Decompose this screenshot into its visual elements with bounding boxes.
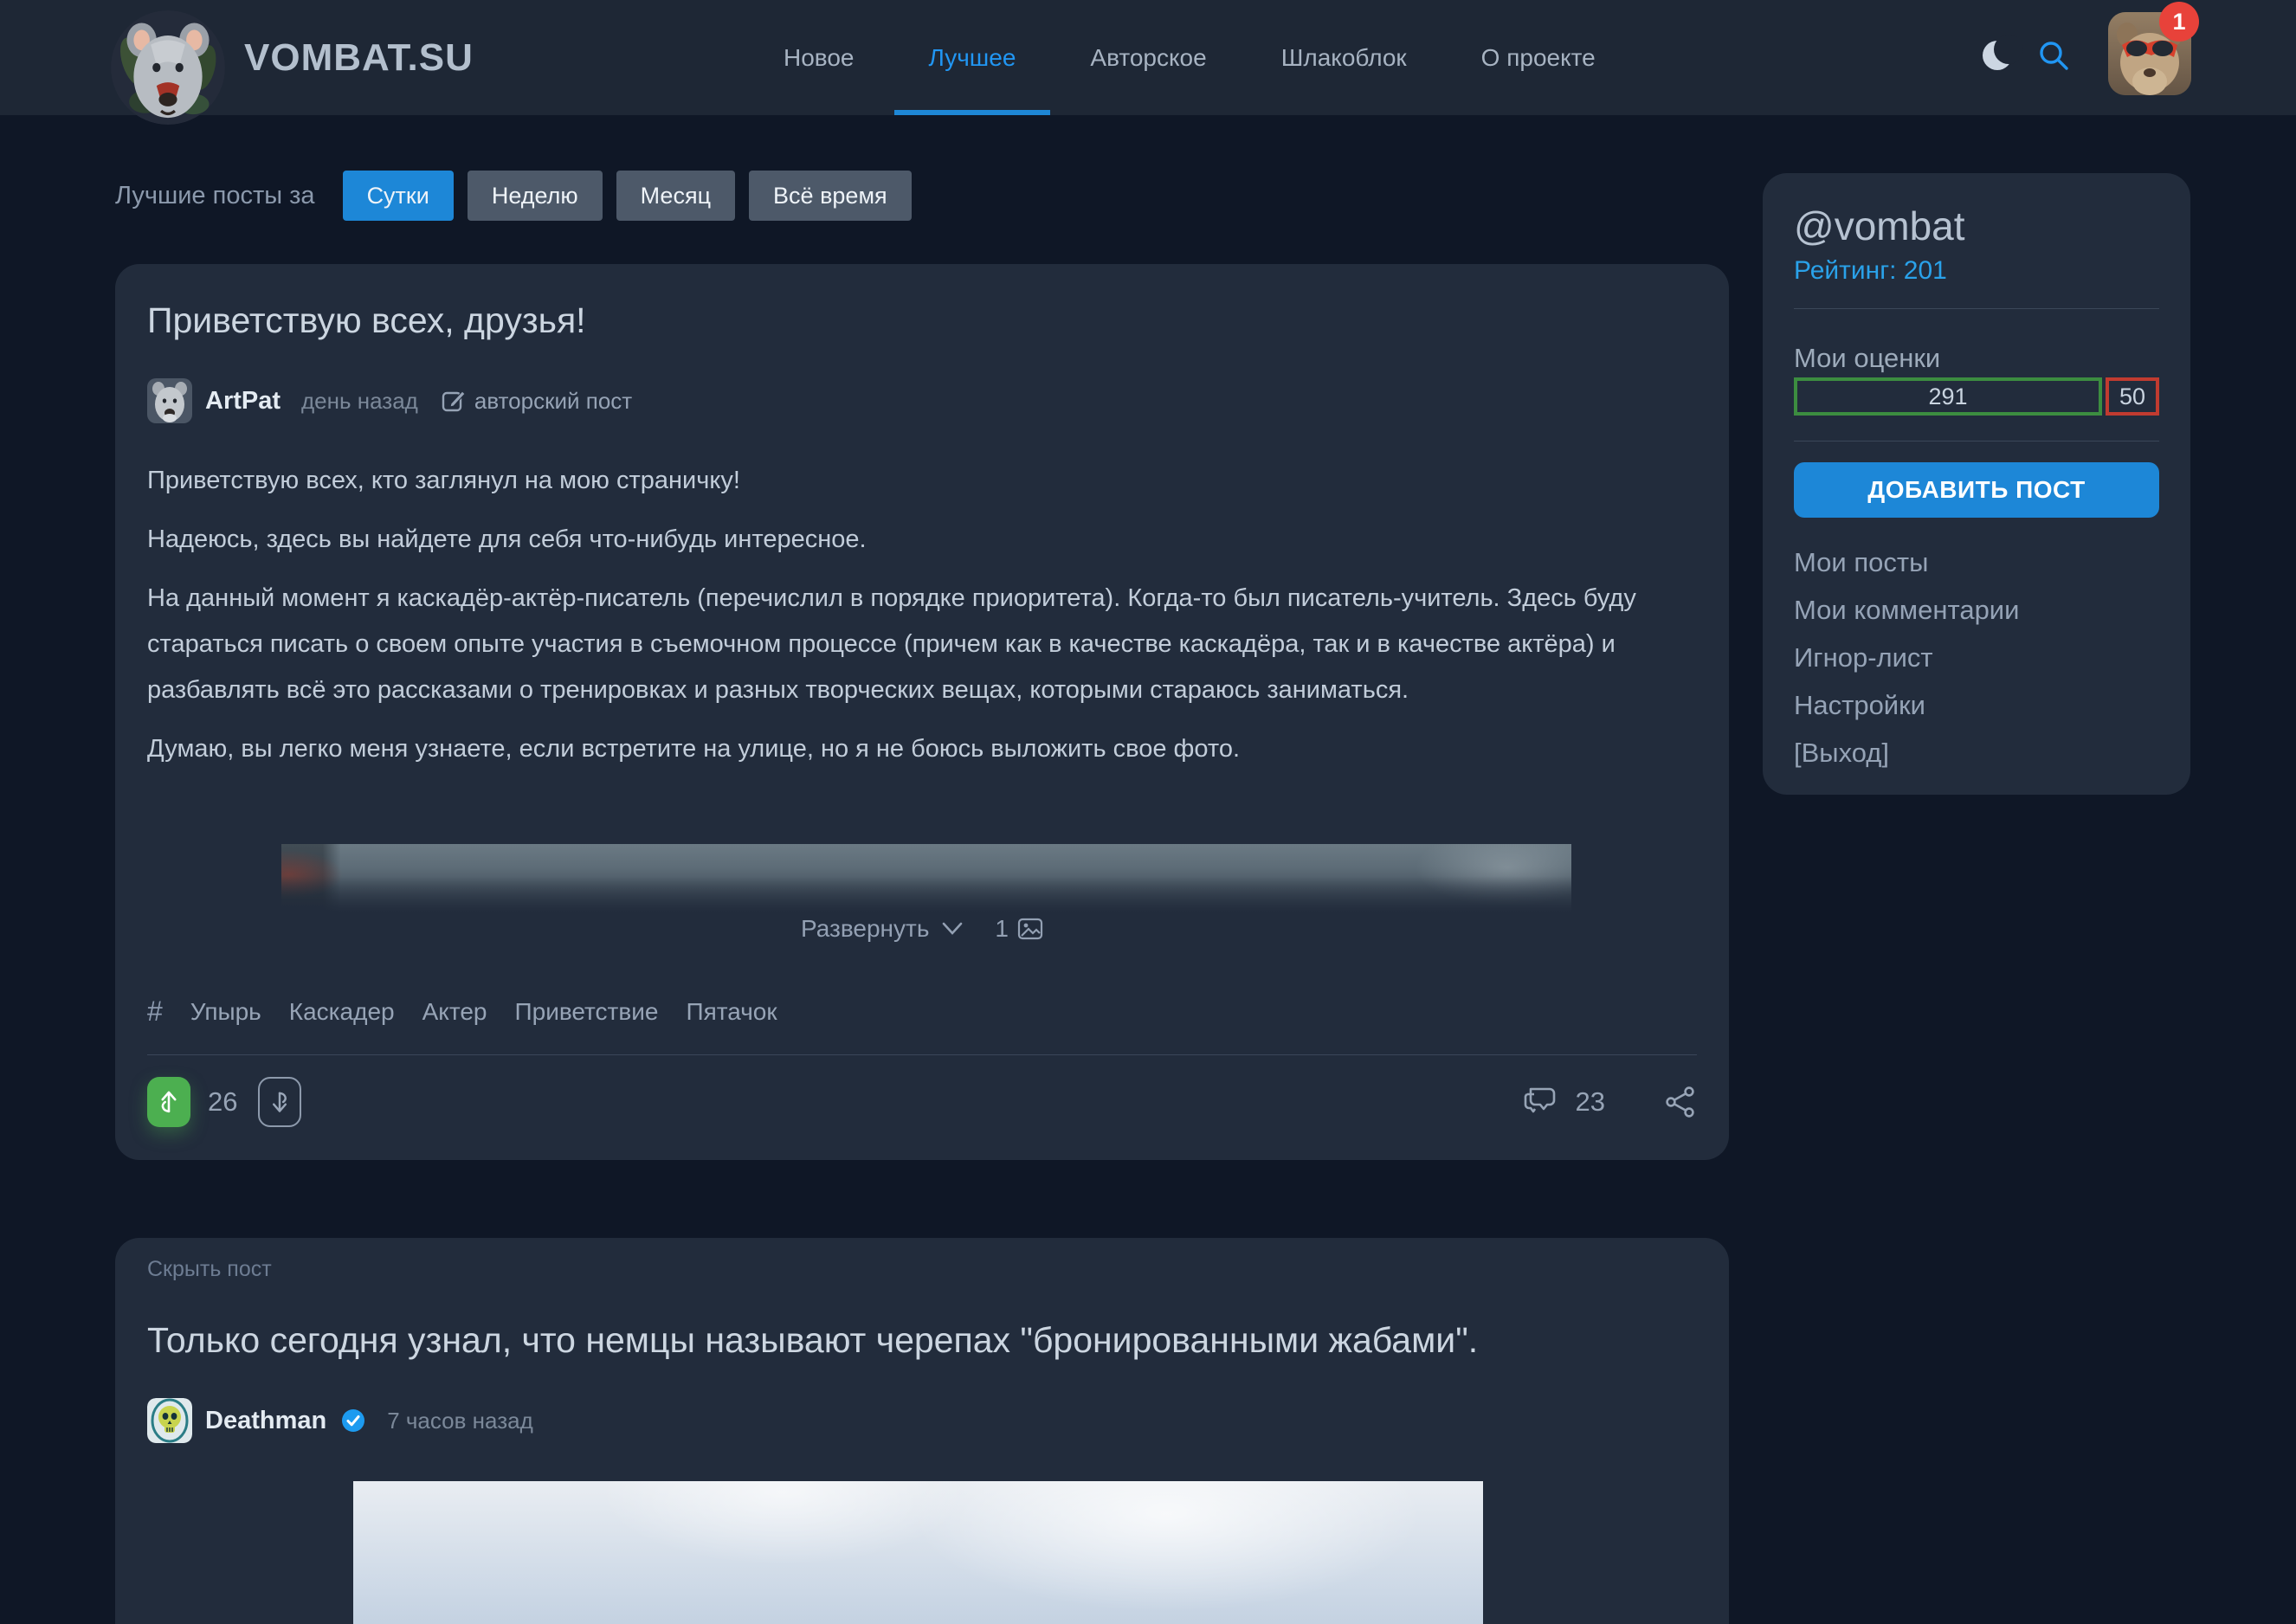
tag[interactable]: Приветствие	[515, 998, 659, 1026]
main-nav: Новое Лучшее Авторское Шлакоблок О проек…	[784, 0, 1596, 115]
comments-icon	[1524, 1086, 1562, 1118]
tag[interactable]: Упырь	[190, 998, 261, 1026]
author-post-badge: авторский пост	[441, 388, 632, 415]
nav-item-authors[interactable]: Авторское	[1090, 0, 1206, 115]
page: VOMBAT.SU Новое Лучшее Авторское Шлакобл…	[0, 0, 2296, 1624]
comments-button[interactable]: 23	[1524, 1086, 1605, 1118]
upvote-button[interactable]	[147, 1077, 190, 1127]
post-author-row: Deathman 7 часов назад	[147, 1398, 533, 1443]
filter-alltime-button[interactable]: Всё время	[749, 171, 912, 221]
expand-post-control[interactable]: Развернуть 1	[115, 910, 1729, 948]
edit-icon	[441, 388, 467, 414]
upvote-count: 26	[208, 1086, 237, 1118]
image-icon	[1017, 918, 1043, 940]
post-footer: 26 23	[147, 1076, 1697, 1128]
author-avatar[interactable]	[147, 378, 192, 423]
upvote-arrow-icon	[153, 1084, 184, 1120]
filter-month-button[interactable]: Месяц	[616, 171, 735, 221]
filter-day-button[interactable]: Сутки	[343, 171, 454, 221]
hash-icon: #	[147, 996, 163, 1028]
paragraph: Думаю, вы легко меня узнаете, если встре…	[147, 726, 1697, 772]
paragraph: Приветствую всех, кто заглянул на мою ст…	[147, 458, 1697, 504]
nav-item-about[interactable]: О проекте	[1481, 0, 1596, 115]
sidebar-link-my-comments[interactable]: Мои комментарии	[1794, 595, 2019, 626]
divider	[147, 1054, 1697, 1055]
paragraph: На данный момент я каскадёр-актёр-писате…	[147, 576, 1697, 713]
post-author-row: ArtPat день назад авторский пост	[147, 378, 632, 423]
sidebar-rating[interactable]: Рейтинг: 201	[1794, 256, 1947, 286]
post-image[interactable]	[353, 1481, 1483, 1624]
verified-badge-icon	[340, 1408, 366, 1434]
post-title[interactable]: Только сегодня узнал, что немцы называют…	[147, 1320, 1478, 1361]
chevron-down-icon	[941, 921, 964, 937]
expand-label[interactable]: Развернуть	[801, 915, 929, 943]
author-name[interactable]: Deathman	[205, 1407, 326, 1435]
site-logo[interactable]	[111, 10, 225, 125]
filter-label: Лучшие посты за	[115, 182, 315, 210]
collapsed-image-preview[interactable]	[281, 844, 1571, 912]
my-ratings-title: Мои оценки	[1794, 343, 1940, 374]
nav-item-shlakoblok[interactable]: Шлакоблок	[1281, 0, 1407, 115]
active-tab-underline	[894, 110, 1051, 115]
post-time: 7 часов назад	[387, 1408, 533, 1434]
post-time: день назад	[301, 388, 418, 415]
post-card-1: Приветствую всех, друзья! ArtPat день на…	[115, 264, 1729, 1160]
sidebar-link-logout[interactable]: [Выход]	[1794, 738, 2019, 769]
nav-item-new[interactable]: Новое	[784, 0, 855, 115]
tag[interactable]: Каскадер	[289, 998, 395, 1026]
period-filter: Лучшие посты за Сутки Неделю Месяц Всё в…	[115, 171, 925, 221]
media-count: 1	[995, 915, 1043, 943]
sidebar-link-ignore-list[interactable]: Игнор-лист	[1794, 642, 2019, 673]
downvotes-received-box: 50	[2106, 377, 2159, 416]
share-icon	[1664, 1085, 1697, 1119]
sidebar-link-my-posts[interactable]: Мои посты	[1794, 547, 2019, 578]
divider	[1794, 308, 2159, 309]
profile-sidebar: @vombat Рейтинг: 201 Мои оценки 291 50 Д…	[1763, 173, 2190, 795]
post-title[interactable]: Приветствую всех, друзья!	[147, 300, 586, 341]
comments-count: 23	[1576, 1086, 1605, 1118]
downvote-arrow-icon	[265, 1085, 294, 1119]
author-name[interactable]: ArtPat	[205, 387, 281, 416]
author-avatar[interactable]	[147, 1398, 192, 1443]
filter-week-button[interactable]: Неделю	[468, 171, 603, 221]
hide-post-link[interactable]: Скрыть пост	[147, 1257, 272, 1282]
downvote-button[interactable]	[258, 1077, 301, 1127]
post-body: Приветствую всех, кто заглянул на мою ст…	[147, 458, 1697, 785]
share-button[interactable]	[1664, 1085, 1697, 1119]
tag[interactable]: Актер	[422, 998, 487, 1026]
search-icon[interactable]	[2036, 38, 2071, 73]
sidebar-username[interactable]: @vombat	[1794, 203, 1965, 249]
tags-row: # Упырь Каскадер Актер Приветствие Пятач…	[147, 996, 777, 1028]
tag[interactable]: Пятачок	[686, 998, 777, 1026]
sidebar-link-settings[interactable]: Настройки	[1794, 690, 2019, 721]
brand-title: VOMBAT.SU	[244, 0, 474, 115]
paragraph: Надеюсь, здесь вы найдете для себя что-н…	[147, 517, 1697, 563]
header: VOMBAT.SU Новое Лучшее Авторское Шлакобл…	[0, 0, 2296, 115]
sidebar-links: Мои посты Мои комментарии Игнор-лист Нас…	[1794, 547, 2019, 769]
ratings-bar: 291 50	[1794, 377, 2159, 416]
upvotes-received-box: 291	[1794, 377, 2102, 416]
post-card-2: Скрыть пост Только сегодня узнал, что не…	[115, 1238, 1729, 1624]
theme-toggle-moon-icon[interactable]	[1983, 41, 2012, 70]
nav-item-best[interactable]: Лучшее	[929, 0, 1016, 115]
add-post-button[interactable]: ДОБАВИТЬ ПОСТ	[1794, 462, 2159, 518]
notification-badge[interactable]: 1	[2159, 2, 2199, 42]
